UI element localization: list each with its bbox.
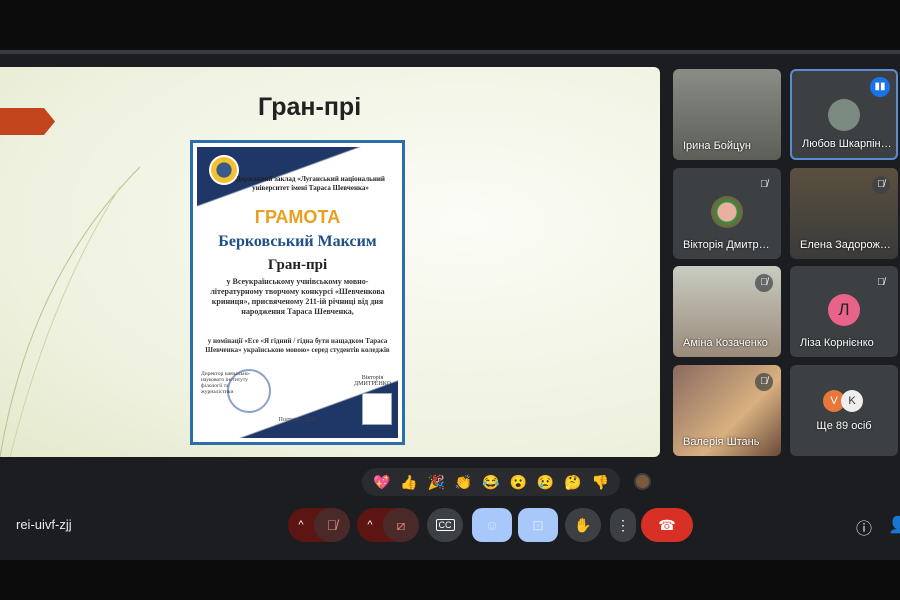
participant-name: Любов Шкарпін… bbox=[802, 138, 892, 150]
participant-name: Ірина Бойцун bbox=[683, 140, 751, 152]
mic-off-icon: 🎙̸ bbox=[755, 274, 773, 292]
cert-body: у Всеукраїнському учнівському мовно-літе… bbox=[210, 277, 385, 316]
cert-city: Полтава - 2025 bbox=[278, 417, 317, 423]
participant-tile[interactable]: 🎙̸ Л Ліза Корнієнко bbox=[790, 266, 898, 357]
reaction-thumbs-up[interactable]: 👍 bbox=[400, 474, 417, 491]
reaction-clap[interactable]: 👏 bbox=[455, 474, 472, 491]
cert-heading: ГРАМОТА bbox=[254, 207, 341, 227]
meeting-code: rei-uivf-zjj bbox=[16, 517, 72, 532]
reaction-party[interactable]: 🎉 bbox=[428, 474, 445, 491]
emoji-icon: ☺ bbox=[484, 517, 500, 533]
reaction-thumbs-down[interactable]: 👎 bbox=[592, 474, 609, 491]
participant-tile[interactable]: ▮▮ Любов Шкарпін… bbox=[790, 69, 898, 160]
mic-control: ^ 🎙̸ bbox=[288, 508, 350, 542]
more-participants-tile[interactable]: V K Ще 89 осіб bbox=[790, 365, 898, 456]
cert-recipient: Берковський Максим bbox=[218, 233, 377, 250]
raise-hand-button[interactable]: ✋ bbox=[565, 508, 601, 542]
reaction-thinking[interactable]: 🤔 bbox=[564, 474, 581, 491]
avatar bbox=[711, 196, 743, 228]
participant-tile[interactable]: 🎙̸ Валерія Штань bbox=[673, 365, 781, 456]
hand-icon: ✋ bbox=[574, 516, 592, 533]
avatar bbox=[828, 99, 860, 131]
avatar: Л bbox=[828, 294, 860, 326]
present-button[interactable]: ⊡ bbox=[518, 508, 558, 542]
people-icon[interactable]: 👤 bbox=[888, 515, 900, 535]
mic-off-icon: 🎙̸ bbox=[755, 176, 773, 194]
mic-off-icon: 🎙̸ bbox=[872, 176, 890, 194]
mic-options-chevron-icon[interactable]: ^ bbox=[288, 519, 314, 531]
reaction-cry[interactable]: 😢 bbox=[537, 474, 554, 491]
hang-up-icon: ☎ bbox=[658, 516, 676, 533]
line-decoration bbox=[0, 166, 140, 457]
captions-icon: CC bbox=[435, 519, 455, 531]
reaction-laugh[interactable]: 😂 bbox=[482, 474, 499, 491]
avatar: K bbox=[841, 390, 863, 412]
bottom-bar bbox=[0, 560, 900, 600]
reactions-bar: 💖 👍 🎉 👏 😂 😮 😢 🤔 👎 bbox=[362, 468, 620, 496]
captions-button[interactable]: CC bbox=[427, 508, 463, 542]
participant-tile[interactable]: Ірина Бойцун bbox=[673, 69, 781, 160]
slide-title: Гран-прі bbox=[258, 93, 362, 121]
participant-tile[interactable]: 🎙̸ Вікторія Дмитр… bbox=[673, 168, 781, 259]
participant-name: Вікторія Дмитр… bbox=[683, 239, 770, 251]
skin-tone-button[interactable] bbox=[634, 473, 651, 490]
cert-header: Державний заклад «Луганський національни… bbox=[236, 175, 385, 192]
speaking-icon: ▮▮ bbox=[870, 77, 890, 97]
mic-off-icon[interactable]: 🎙̸ bbox=[314, 508, 350, 542]
camera-options-chevron-icon[interactable]: ^ bbox=[357, 519, 383, 531]
cert-director: Директор навчально-наукового інституту ф… bbox=[201, 371, 251, 395]
leave-call-button[interactable]: ☎ bbox=[641, 508, 693, 542]
top-bar bbox=[0, 0, 900, 50]
participant-tile[interactable]: 🎙̸ Аміна Козаченко bbox=[673, 266, 781, 357]
participant-name: Елена Задорож… bbox=[800, 239, 891, 251]
cert-award: Гран-прі bbox=[267, 257, 328, 273]
mic-off-icon: 🎙̸ bbox=[755, 373, 773, 391]
participant-tile[interactable]: 🎙̸ Елена Задорож… bbox=[790, 168, 898, 259]
present-icon: ⊡ bbox=[532, 516, 544, 533]
camera-control: ^ ⧄ bbox=[357, 508, 419, 542]
participant-name: Ліза Корнієнко bbox=[800, 337, 874, 349]
more-options-button[interactable]: ⋮ bbox=[610, 508, 636, 542]
reaction-surprised[interactable]: 😮 bbox=[510, 474, 527, 491]
cert-signatory: Вікторія ДМИТРЕНКО bbox=[354, 375, 391, 387]
certificate-image: Державний заклад «Луганський національни… bbox=[190, 140, 405, 445]
more-vert-icon: ⋮ bbox=[616, 516, 630, 533]
participant-name: Валерія Штань bbox=[683, 436, 760, 448]
camera-off-icon[interactable]: ⧄ bbox=[383, 508, 419, 542]
info-icon[interactable]: ⓘ bbox=[856, 515, 872, 539]
emoji-button[interactable]: ☺ bbox=[472, 508, 512, 542]
mic-off-icon: 🎙̸ bbox=[872, 274, 890, 292]
reaction-heart[interactable]: 💖 bbox=[373, 474, 390, 491]
cert-nomination: у номінації «Есе «Я гідний / гідна бути … bbox=[205, 337, 390, 354]
divider bbox=[0, 50, 900, 54]
more-participants-label: Ще 89 осіб bbox=[816, 420, 872, 432]
presentation-slide: Гран-прі Державний заклад «Луганський на… bbox=[0, 67, 660, 457]
participant-name: Аміна Козаченко bbox=[683, 337, 768, 349]
